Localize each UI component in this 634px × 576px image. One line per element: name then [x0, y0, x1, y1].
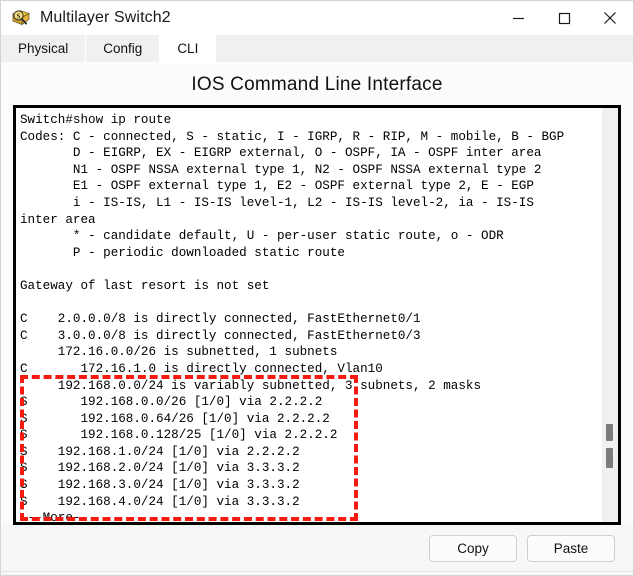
multilayer-switch-window: S Multilayer Switch2 Physical Config CLI…	[0, 0, 634, 576]
cli-panel: IOS Command Line Interface Switch#show i…	[1, 63, 633, 575]
window-bottom-edge	[1, 571, 633, 575]
maximize-icon	[558, 12, 570, 24]
tab-cli[interactable]: CLI	[160, 35, 217, 62]
title-bar: S Multilayer Switch2	[1, 1, 633, 35]
action-buttons: Copy Paste	[429, 535, 615, 562]
scrollbar-thumb-lower[interactable]	[606, 448, 613, 468]
footer-bar: Copy Paste	[1, 525, 633, 575]
paste-button[interactable]: Paste	[527, 535, 615, 562]
maximize-button[interactable]	[541, 1, 587, 35]
magnifier-over-package-icon: S	[10, 7, 32, 29]
terminal-text: Switch#show ip route Codes: C - connecte…	[20, 113, 565, 522]
window-title: Multilayer Switch2	[40, 9, 171, 26]
close-button[interactable]	[587, 1, 633, 35]
svg-text:S: S	[17, 12, 21, 20]
tab-physical[interactable]: Physical	[1, 35, 87, 62]
tab-config[interactable]: Config	[86, 35, 161, 62]
copy-button[interactable]: Copy	[429, 535, 517, 562]
terminal-scrollbar[interactable]	[602, 108, 618, 522]
terminal-container: Switch#show ip route Codes: C - connecte…	[13, 105, 621, 525]
terminal-output-area[interactable]: Switch#show ip route Codes: C - connecte…	[16, 108, 602, 522]
window-controls	[495, 1, 633, 35]
panel-title: IOS Command Line Interface	[191, 74, 443, 95]
close-icon	[604, 12, 616, 24]
tab-strip: Physical Config CLI	[1, 35, 633, 63]
minimize-button[interactable]	[495, 1, 541, 35]
minimize-icon	[512, 17, 524, 19]
scrollbar-thumb-upper[interactable]	[606, 424, 613, 441]
